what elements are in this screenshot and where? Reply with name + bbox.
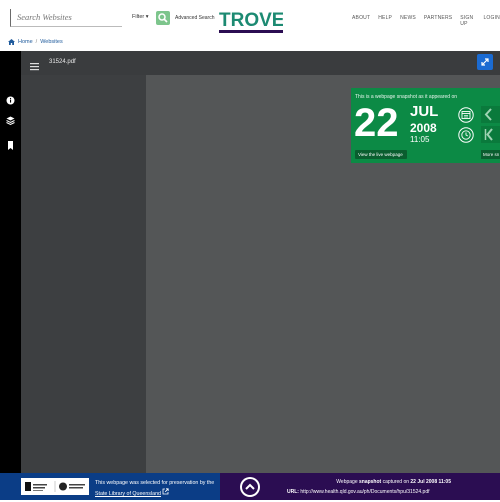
chevron-up-icon [240, 477, 260, 497]
snapshot-year: 2008 [410, 121, 437, 135]
previous-snapshot-button[interactable] [481, 106, 500, 123]
snapshot-capture-line: Webpage snapshot captured on 22 Jul 2008… [280, 479, 451, 485]
first-snapshot-button[interactable] [481, 126, 500, 143]
snapshot-time: 11:05 [410, 135, 430, 144]
home-icon [8, 39, 15, 45]
breadcrumb: Home / Websites [8, 39, 63, 45]
breadcrumb-current[interactable]: Websites [40, 39, 63, 45]
file-name: 31524.pdf [49, 59, 76, 65]
nav-sign-up[interactable]: SIGN UP [460, 15, 475, 27]
preservation-text: This webpage was selected for preservati… [95, 480, 215, 486]
search-button[interactable] [156, 11, 170, 25]
filter-label: Filter [132, 14, 145, 20]
url-label: URL: [287, 489, 299, 495]
snapshot-prefix: Webpage [336, 479, 359, 485]
chevron-left-icon [481, 106, 500, 123]
calendar-icon[interactable] [458, 107, 474, 123]
nav-about[interactable]: ABOUT [352, 15, 370, 27]
search-icon [158, 13, 168, 23]
nav-news[interactable]: NEWS [400, 15, 416, 27]
breadcrumb-separator: / [35, 39, 38, 45]
snapshot-url[interactable]: http://www.health.qld.gov.au/ph/Document… [300, 489, 429, 495]
external-link-icon [163, 488, 170, 495]
snapshot-bold: snapshot [358, 479, 382, 485]
bookmark-icon[interactable] [5, 138, 16, 150]
chevron-down-icon: ▾ [145, 14, 149, 20]
skip-back-icon [481, 126, 500, 143]
snapshot-month: JUL [410, 103, 439, 120]
menu-icon[interactable] [30, 58, 40, 71]
viewer-sidebar [21, 75, 146, 473]
layers-icon[interactable] [5, 113, 16, 126]
snapshot-capture-date: 22 Jul 2008 11:05 [410, 479, 451, 485]
filter-dropdown[interactable]: Filter ▾ [132, 14, 149, 20]
state-library-link[interactable]: State Library of Queensland [95, 491, 161, 497]
trove-logo[interactable]: TROVE [219, 10, 284, 34]
info-icon[interactable] [5, 93, 16, 105]
snapshot-heading: This is a webpage snapshot as it appeare… [355, 94, 458, 100]
nav-partners[interactable]: PARTNERS [424, 15, 452, 27]
partner-logos [21, 478, 89, 495]
snapshot-mid: captured on [381, 479, 411, 485]
logo-text: TROVE [219, 10, 283, 31]
scroll-to-top-button[interactable] [240, 477, 260, 497]
snapshot-url-line: URL: http://www.health.qld.gov.au/ph/Doc… [287, 489, 430, 495]
footer-snapshot-info [220, 473, 500, 500]
breadcrumb-home[interactable]: Home [18, 39, 33, 45]
more-snapshots-button[interactable]: More sn [481, 150, 500, 159]
preservation-note: This webpage was selected for preservati… [95, 479, 220, 499]
view-live-webpage-button[interactable]: View the live webpage [355, 150, 407, 159]
expand-icon [481, 58, 489, 66]
advanced-search-link[interactable]: Advanced Search [175, 15, 214, 21]
fullscreen-button[interactable] [477, 54, 493, 70]
search-input[interactable]: Search Websites [10, 9, 122, 27]
snapshot-day: 22 [354, 101, 399, 145]
top-nav: ABOUT HELP NEWS PARTNERS SIGN UP LOGIN [352, 15, 500, 27]
nav-help[interactable]: HELP [378, 15, 392, 27]
clock-icon[interactable] [458, 127, 474, 143]
nav-login[interactable]: LOGIN [483, 15, 500, 27]
